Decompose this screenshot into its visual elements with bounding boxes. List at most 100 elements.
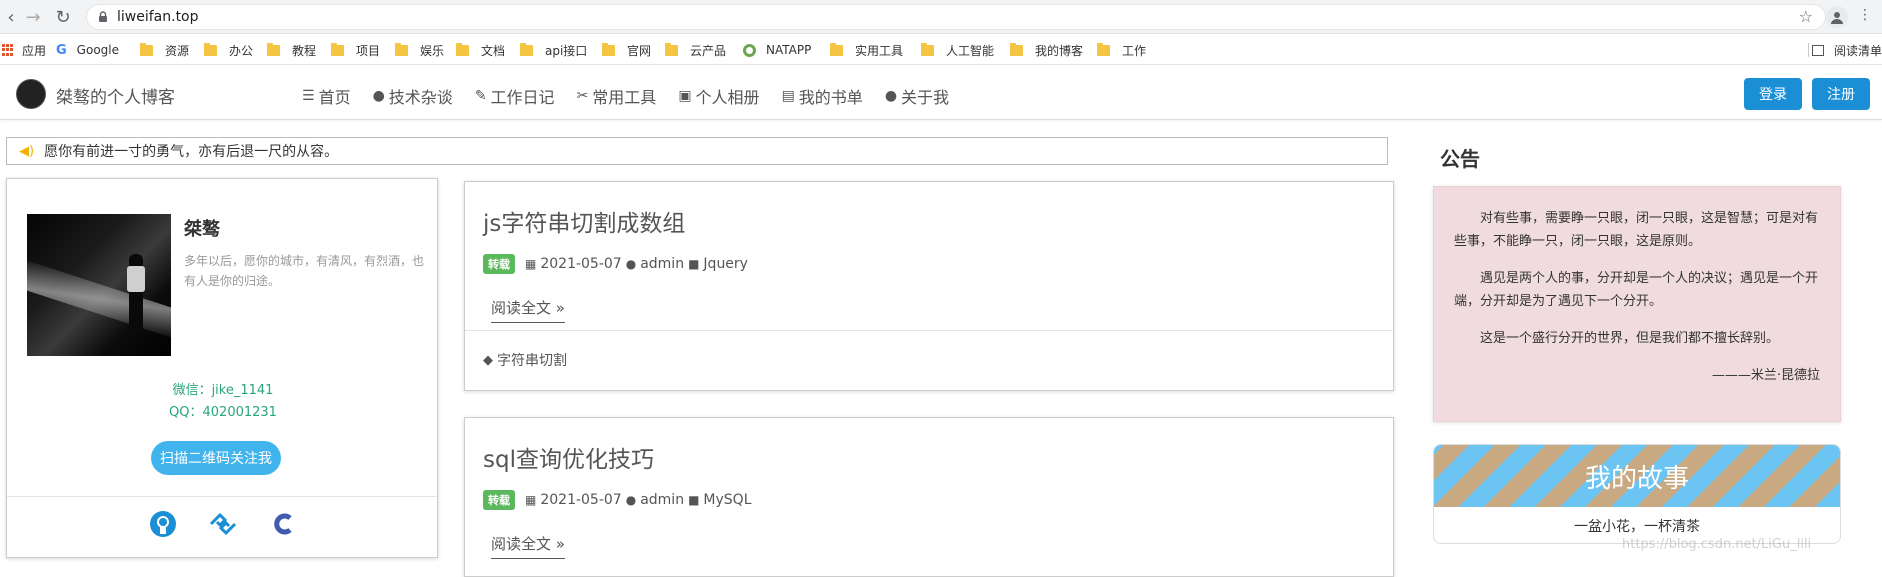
qr-follow-button[interactable]: 扫描二维码关注我 <box>151 441 281 475</box>
bookmark-folder[interactable]: 文档 <box>456 42 505 58</box>
folder-icon <box>331 42 344 56</box>
login-button[interactable]: 登录 <box>1744 78 1802 110</box>
article-date: 2021-05-07 <box>540 492 622 508</box>
profile-card: 桀骜 多年以后，愿你的城市，有清风，有烈酒，也有人是你的归途。 微信：jike_… <box>6 178 439 558</box>
story-title: 我的故事 <box>1584 463 1689 494</box>
bookmark-folder[interactable]: 实用工具 <box>830 42 903 58</box>
story-card[interactable]: 我的故事 一盆小花，一杯清茶 <box>1433 444 1841 544</box>
nav-about[interactable]: ● 关于我 <box>885 84 949 108</box>
forward-icon[interactable]: → <box>22 6 44 28</box>
star-icon[interactable]: ☆ <box>1799 7 1813 26</box>
announcement-paragraph: 遇见是两个人的事，分开却是一个人的决议；遇见是一个开端，分开却是为了遇见下一个分… <box>1454 271 1819 309</box>
bookmark-folder[interactable]: 云产品 <box>665 42 726 58</box>
address-bar[interactable]: liweifan.top ☆ <box>86 4 1826 30</box>
reload-icon[interactable]: ↻ <box>52 6 74 28</box>
bookmark-label: 我的博客 <box>1035 43 1084 58</box>
read-more-link[interactable]: 阅读全文 » <box>491 533 565 559</box>
nav-label: 技术杂谈 <box>388 88 453 107</box>
bookmark-folder[interactable]: 人工智能 <box>921 42 994 58</box>
bookmark-apps[interactable]: 应用 <box>2 42 46 58</box>
bookmark-natapp[interactable]: NATAPP <box>743 42 811 58</box>
sliders-icon: ☰ <box>302 88 315 104</box>
bookmark-separator <box>1808 43 1809 57</box>
folder-icon <box>395 42 408 56</box>
folder-icon: ■ <box>688 493 700 507</box>
folder-icon: ■ <box>688 257 700 271</box>
nav-album[interactable]: ▣ 个人相册 <box>678 84 759 108</box>
read-more-link[interactable]: 阅读全文 » <box>491 297 565 323</box>
divider <box>7 496 439 497</box>
story-subtitle: 一盆小花，一杯清茶 <box>1574 519 1700 535</box>
url-text[interactable]: liweifan.top <box>117 9 199 25</box>
article-meta: 转载 ▦ 2021-05-07 ● admin ■ Jquery <box>483 254 748 274</box>
site-title[interactable]: 桀骜的个人博客 <box>56 83 175 108</box>
calendar-icon: ▦ <box>525 257 537 271</box>
natapp-icon <box>743 43 756 57</box>
profile-icon[interactable] <box>1826 6 1848 28</box>
bookmark-folder[interactable]: 娱乐 <box>395 42 444 58</box>
nav-tech[interactable]: ● 技术杂谈 <box>373 84 453 108</box>
article-category[interactable]: MySQL <box>703 492 751 508</box>
bookmark-folder[interactable]: 教程 <box>267 42 316 58</box>
lock-icon <box>99 11 107 22</box>
csdn-icon[interactable] <box>268 509 298 539</box>
article-category[interactable]: Jquery <box>703 256 748 272</box>
bookmark-google[interactable]: G Google <box>56 42 119 58</box>
github-icon[interactable] <box>148 509 178 539</box>
calendar-icon: ▦ <box>525 493 537 507</box>
announcement-signature: ———米兰·昆德拉 <box>1711 368 1820 383</box>
bookmark-folder[interactable]: 项目 <box>331 42 380 58</box>
site-logo[interactable] <box>16 79 46 109</box>
pencil-icon: ✎ <box>474 88 487 104</box>
user-icon: ● <box>625 257 637 271</box>
users-icon: ● <box>372 88 385 104</box>
gitee-icon[interactable] <box>208 509 238 539</box>
bookmark-label: 应用 <box>22 43 47 58</box>
reading-list[interactable]: 阅读清单 <box>1812 42 1882 58</box>
bookmark-folder[interactable]: 资源 <box>140 42 189 58</box>
folder-icon <box>520 42 533 56</box>
nav-label: 工作日记 <box>490 88 555 107</box>
folder-icon <box>921 42 934 56</box>
qq-contact: QQ：402001231 <box>169 405 277 420</box>
speaker-icon: ◀) <box>19 143 35 159</box>
bookmark-folder[interactable]: 办公 <box>204 42 253 58</box>
folder-icon <box>1010 42 1023 56</box>
nav-label: 首页 <box>318 88 351 107</box>
apps-icon <box>2 44 14 56</box>
folder-icon <box>665 42 678 56</box>
wrench-icon: ✂ <box>576 88 589 104</box>
nav-label: 我的书单 <box>798 88 863 107</box>
book-icon: ▤ <box>781 88 795 104</box>
article-title[interactable]: js字符串切割成数组 <box>483 204 685 238</box>
nav-home[interactable]: ☰ 首页 <box>302 84 351 108</box>
google-icon: G <box>56 42 67 58</box>
article-meta: 转载 ▦ 2021-05-07 ● admin ■ MySQL <box>483 490 752 510</box>
bookmark-label: api接口 <box>545 43 588 58</box>
article-title[interactable]: sql查询优化技巧 <box>483 440 654 474</box>
back-icon[interactable]: ‹ <box>0 6 22 28</box>
bookmark-label: 实用工具 <box>855 43 904 58</box>
article-author[interactable]: admin <box>640 492 684 508</box>
tag-link[interactable]: 字符串切割 <box>497 350 567 370</box>
bookmark-label: 工作 <box>1122 43 1147 58</box>
bookmark-folder[interactable]: 我的博客 <box>1010 42 1083 58</box>
repost-badge: 转载 <box>483 490 515 510</box>
nav-books[interactable]: ▤ 我的书单 <box>782 84 863 108</box>
bookmark-label: 文档 <box>481 43 506 58</box>
menu-kebab-icon[interactable]: ⋮ <box>1858 7 1872 23</box>
article-card: sql查询优化技巧 转载 ▦ 2021-05-07 ● admin ■ MySQ… <box>464 417 1394 577</box>
folder-icon <box>1097 42 1110 56</box>
nav-tools[interactable]: ✂ 常用工具 <box>577 84 657 108</box>
bookmarks-bar: 应用 G Google 资源 办公 教程 项目 娱乐 文档 api接口 官网 云… <box>0 35 1882 65</box>
bookmark-label: 教程 <box>292 43 317 58</box>
browser-toolbar: ‹ → ↻ liweifan.top ☆ ⋮ <box>0 0 1882 34</box>
article-author[interactable]: admin <box>640 256 684 272</box>
bookmark-folder[interactable]: api接口 <box>520 42 587 58</box>
bookmark-folder[interactable]: 官网 <box>602 42 651 58</box>
social-links <box>7 509 439 539</box>
bookmark-folder[interactable]: 工作 <box>1097 42 1146 58</box>
user-icon: ● <box>625 493 637 507</box>
nav-diary[interactable]: ✎ 工作日记 <box>475 84 555 108</box>
register-button[interactable]: 注册 <box>1812 78 1870 110</box>
